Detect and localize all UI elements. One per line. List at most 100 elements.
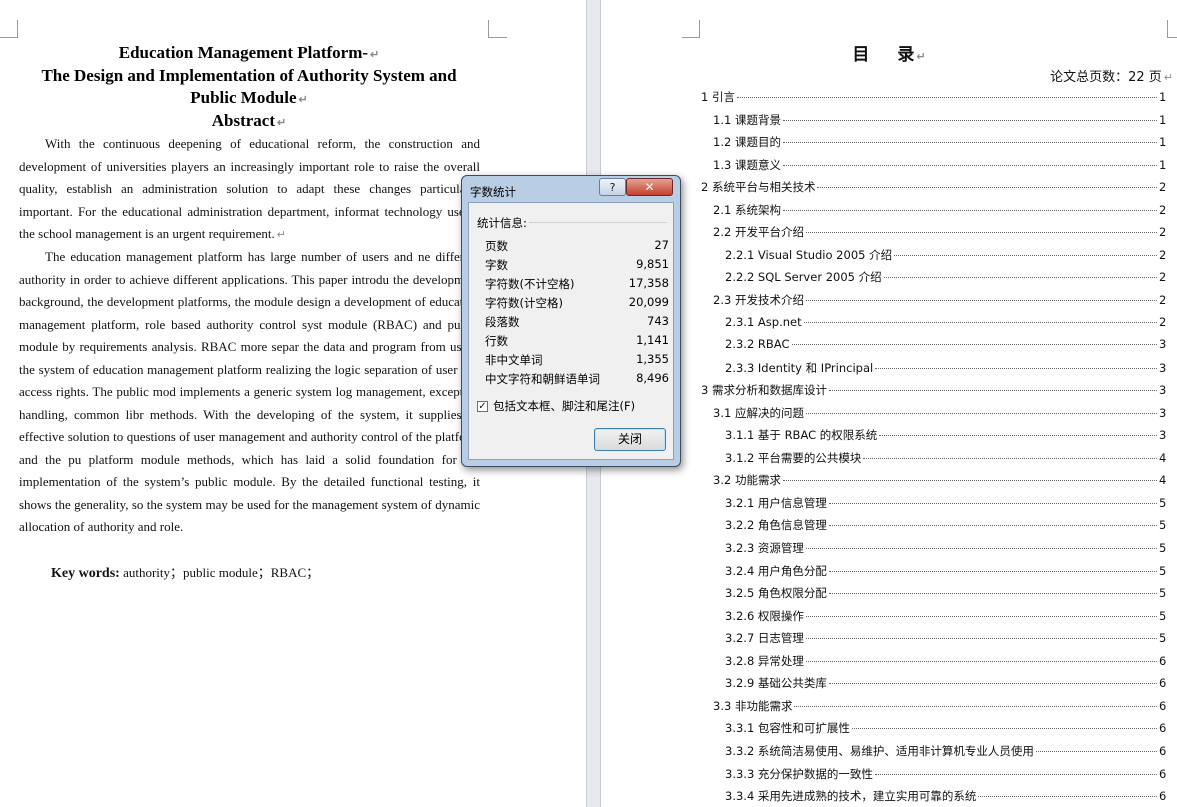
statistic-row: 段落数 743 [485, 314, 669, 333]
help-button[interactable]: ? [599, 178, 626, 196]
toc-entry[interactable]: 3.2.6 权限操作 5 [725, 608, 1175, 628]
statistic-label: 页数 [485, 239, 508, 253]
toc-entry-label: 2.3 开发技术介绍 [713, 292, 804, 307]
toc-entry-label: 2.3.2 RBAC [725, 337, 790, 352]
toc-entry-label: 3.2.1 用户信息管理 [725, 495, 827, 510]
toc-leader-dots [978, 796, 1157, 798]
toc-leader-dots [782, 480, 1157, 482]
keywords-label: Key words: [51, 566, 120, 581]
toc-entry[interactable]: 3.1.2 平台需要的公共模块 4 [725, 450, 1175, 470]
toc-entry-page: 5 [1159, 631, 1167, 646]
toc-entry-page: 1 [1159, 112, 1167, 127]
statistic-value: 8,496 [636, 371, 669, 385]
toc-leader-dots [805, 638, 1157, 640]
abstract-paragraph-1: With the continuous deepening of educati… [19, 136, 481, 241]
toc-entry-page: 6 [1159, 653, 1167, 668]
include-checkbox[interactable]: ✓ [477, 400, 488, 412]
heading-divider [529, 222, 667, 223]
toc-entry-page: 2 [1159, 247, 1167, 262]
toc-entry-page: 5 [1159, 518, 1167, 533]
toc-entry[interactable]: 3.2.4 用户角色分配 5 [725, 563, 1175, 583]
toc-entry-label: 3.1.1 基于 RBAC 的权限系统 [725, 428, 878, 443]
toc-entry-label: 3.2.9 基础公共类库 [725, 676, 827, 691]
toc-leader-dots [851, 728, 1157, 730]
toc-leader-dots [828, 570, 1157, 572]
toc-entry[interactable]: 2.3 开发技术介绍 2 [713, 292, 1175, 312]
toc-leader-dots [863, 457, 1157, 459]
toc-entry-page: 1 [1159, 135, 1167, 150]
toc-entry-label: 2.2.2 SQL Server 2005 介绍 [725, 270, 882, 285]
statistic-row: 字符数(不计空格) 17,358 [485, 276, 669, 295]
statistic-label: 行数 [485, 334, 508, 348]
toc-entry[interactable]: 3.1.1 基于 RBAC 的权限系统 3 [725, 427, 1175, 447]
toc-entry[interactable]: 3.1 应解决的问题 3 [713, 405, 1175, 425]
toc-entry[interactable]: 1.2 课题目的 1 [713, 134, 1175, 154]
toc-entry-label: 3 需求分析和数据库设计 [701, 383, 827, 398]
toc-entry[interactable]: 2.1 系统架构 2 [713, 202, 1175, 222]
toc-entry[interactable]: 3.3 非功能需求 6 [713, 698, 1175, 718]
toc-leader-dots [736, 97, 1157, 98]
statistic-row: 行数 1,141 [485, 333, 669, 352]
right-document-page: 目录 ↵ 论文总页数：22 页 ↵ 1 引言 1 1.1 课题背景 1 1.2 课题目的 1 1… [601, 0, 1177, 807]
toc-entry-label: 3.2.6 权限操作 [725, 608, 804, 623]
toc-entry[interactable]: 2.3.3 Identity 和 IPrincipal 3 [725, 360, 1175, 380]
toc-entry[interactable]: 2.2.1 Visual Studio 2005 介绍 2 [725, 247, 1175, 267]
toc-entry[interactable]: 3.2.8 异常处理 6 [725, 653, 1175, 673]
toc-entry[interactable]: 3.2.7 日志管理 5 [725, 630, 1175, 650]
toc-entry[interactable]: 3.2.1 用户信息管理 5 [725, 495, 1175, 515]
statistic-row: 字数 9,851 [485, 257, 669, 276]
toc-entry[interactable]: 2.2 开发平台介绍 2 [713, 224, 1175, 244]
crop-mark [682, 20, 700, 38]
crop-mark [1167, 20, 1177, 38]
toc-entry-page: 6 [1159, 766, 1167, 781]
toc-leader-dots [828, 593, 1157, 595]
close-window-button[interactable]: ✕ [626, 178, 673, 196]
toc-entry-page: 2 [1159, 180, 1167, 195]
toc-entry-page: 6 [1159, 721, 1167, 736]
toc-entry-page: 2 [1159, 292, 1167, 307]
toc-entry-page: 5 [1159, 563, 1167, 578]
toc-entry-label: 3.3.4 采用先进成熟的技术，建立实用可靠的系统 [725, 789, 977, 804]
toc-entry-page: 3 [1159, 428, 1167, 443]
toc-leader-dots [805, 412, 1157, 414]
toc-leader-dots [805, 548, 1157, 549]
crop-mark [0, 20, 18, 38]
toc-entry[interactable]: 1.1 课题背景 1 [713, 112, 1175, 132]
toc-entry-page: 6 [1159, 676, 1167, 691]
toc-entry-label: 3.1.2 平台需要的公共模块 [725, 450, 862, 465]
toc-entry[interactable]: 3.2.3 资源管理 5 [725, 540, 1175, 560]
toc-entry[interactable]: 3.3.2 系统简洁易使用、易维护、适用非计算机专业人员使用 6 [725, 743, 1175, 763]
toc-entry-page: 2 [1159, 202, 1167, 217]
toc-entry-label: 3.2 功能需求 [713, 473, 781, 488]
paper-title-line-2: The Design and Implementation of Authori… [41, 66, 457, 85]
include-checkbox-label[interactable]: 包括文本框、脚注和尾注(F) [493, 398, 635, 414]
toc-entry[interactable]: 3.2 功能需求 4 [713, 472, 1175, 492]
toc-entry[interactable]: 2.3.1 Asp.net 2 [725, 315, 1175, 335]
toc-entry[interactable]: 1.3 课题意义 1 [713, 157, 1175, 177]
toc-entry[interactable]: 3.2.5 角色权限分配 5 [725, 585, 1175, 605]
toc-entry[interactable]: 1 引言 1 [701, 89, 1175, 109]
toc-entry-label: 2.1 系统架构 [713, 202, 781, 217]
toc-entry[interactable]: 3.3.3 充分保护数据的一致性 6 [725, 766, 1175, 786]
include-textboxes-option[interactable]: ✓ 包括文本框、脚注和尾注(F) [477, 398, 635, 414]
toc-entry[interactable]: 2.2.2 SQL Server 2005 介绍 2 [725, 269, 1175, 289]
statistic-label: 中文字符和朝鲜语单词 [485, 372, 600, 386]
toc-entry[interactable]: 3.2.2 角色信息管理 5 [725, 517, 1175, 537]
toc-entry-page: 6 [1159, 789, 1167, 804]
toc-entry-label: 3.1 应解决的问题 [713, 405, 804, 420]
statistic-row: 中文字符和朝鲜语单词 8,496 [485, 371, 669, 390]
toc-entry-page: 2 [1159, 225, 1167, 240]
toc-entry[interactable]: 3.3.4 采用先进成熟的技术，建立实用可靠的系统 6 [725, 788, 1175, 807]
toc-entry[interactable]: 3 需求分析和数据库设计 3 [701, 382, 1175, 402]
toc-entry[interactable]: 2.3.2 RBAC 3 [725, 337, 1175, 357]
toc-entry[interactable]: 2 系统平台与相关技术 2 [701, 179, 1175, 199]
toc-leader-dots [828, 525, 1157, 527]
toc-leader-dots [828, 390, 1157, 392]
toc-entry[interactable]: 3.3.1 包容性和可扩展性 6 [725, 720, 1175, 740]
keywords-line: Key words: authority；public module；RBAC； [51, 562, 319, 582]
toc-entry[interactable]: 3.2.9 基础公共类库 6 [725, 675, 1175, 695]
toc-entry-label: 3.3.1 包容性和可扩展性 [725, 721, 850, 736]
close-button[interactable]: 关闭 [594, 428, 666, 451]
toc-leader-dots [782, 142, 1157, 144]
toc-leader-dots [782, 119, 1157, 121]
